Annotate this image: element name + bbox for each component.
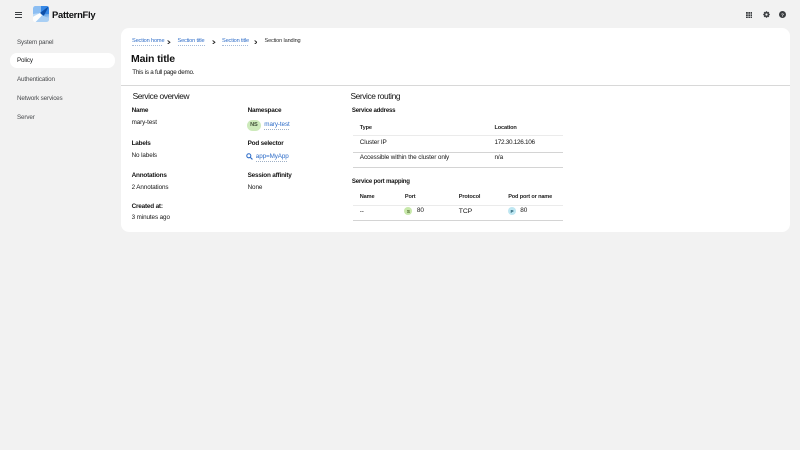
svg-text:?: ? — [781, 12, 784, 18]
